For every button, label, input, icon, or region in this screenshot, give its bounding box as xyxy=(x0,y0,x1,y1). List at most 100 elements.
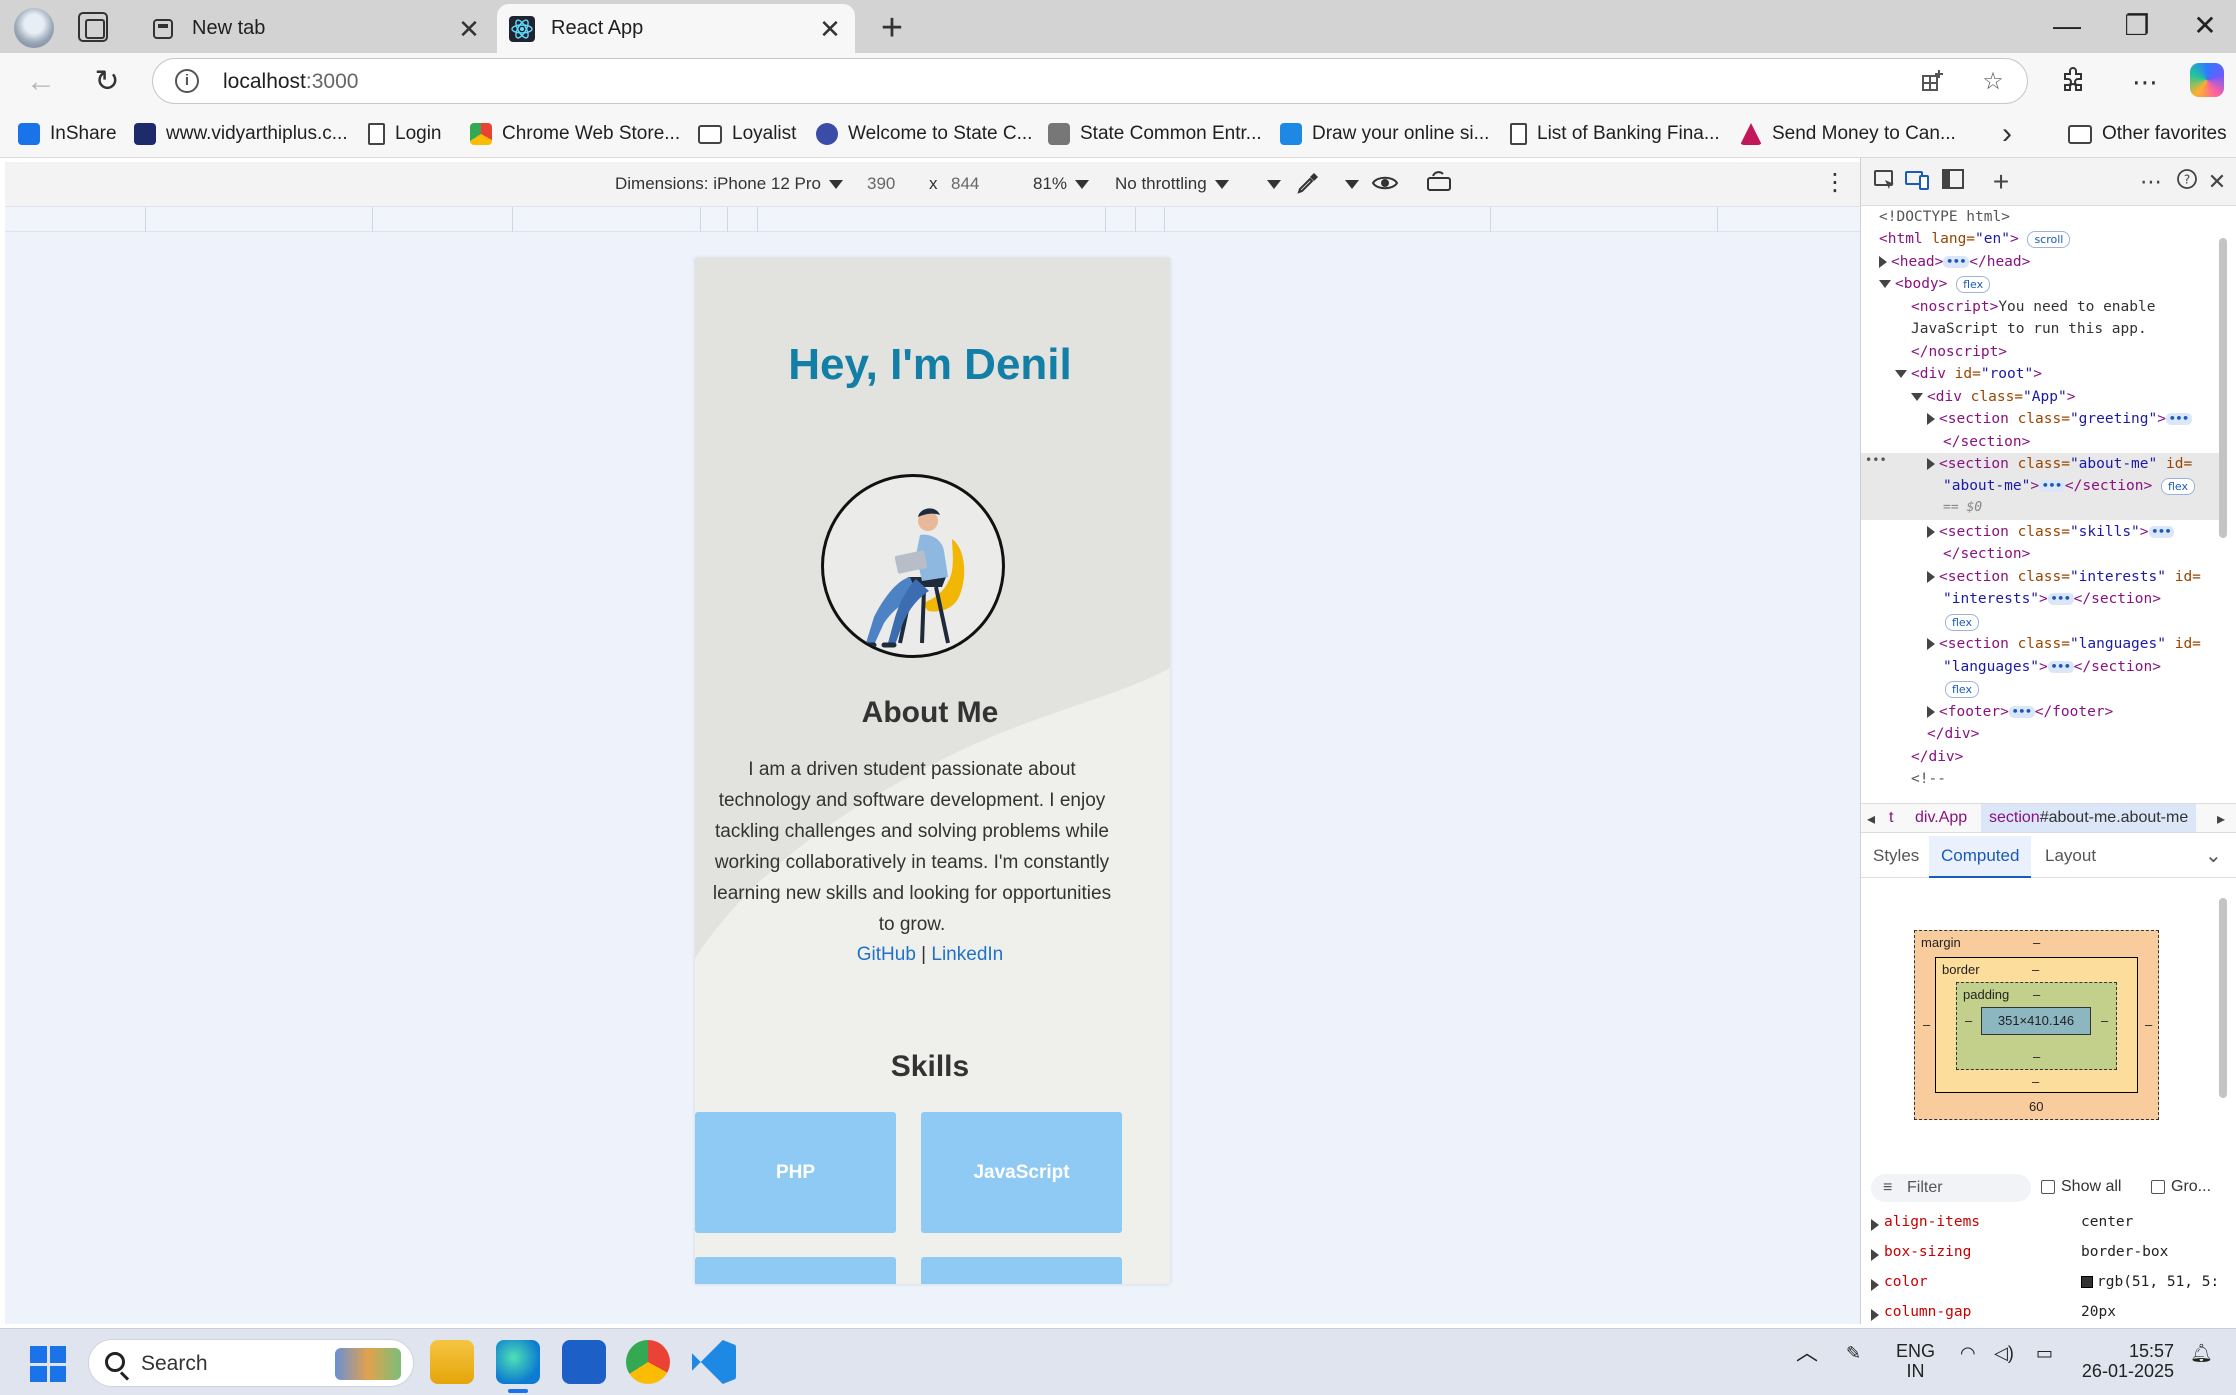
chrome-icon[interactable] xyxy=(626,1340,670,1384)
tab-layout[interactable]: Layout xyxy=(2033,836,2108,878)
breadcrumb-scroll-left-icon[interactable]: ◂ xyxy=(1867,809,1875,829)
show-hidden-icons-icon[interactable]: ︿ xyxy=(1796,1342,1818,1364)
expand-triangle-icon[interactable] xyxy=(1927,571,1935,583)
emulated-page[interactable]: Hey, I'm Denil About Me I am a driven st… xyxy=(695,258,1170,1284)
devtools-more-icon[interactable]: ⋯ xyxy=(2137,168,2165,196)
computed-property-row[interactable]: box-sizing border-box xyxy=(1871,1244,2231,1266)
github-link[interactable]: GitHub xyxy=(857,944,916,965)
close-tab-icon[interactable]: ✕ xyxy=(454,14,484,44)
restore-button[interactable]: ❐ xyxy=(2112,6,2162,46)
address-bar[interactable]: i localhost:3000 ☆ xyxy=(152,58,2028,104)
close-window-button[interactable]: ✕ xyxy=(2180,6,2230,46)
dom-node-app[interactable]: <div class="App"> xyxy=(1911,386,2075,409)
linkedin-link[interactable]: LinkedIn xyxy=(931,944,1003,965)
dom-node-flex-badge[interactable]: flex xyxy=(1945,678,1980,701)
sensor-options-chevron-icon[interactable] xyxy=(1345,174,1359,194)
close-tab-icon[interactable]: ✕ xyxy=(815,14,845,44)
expand-triangle-icon[interactable] xyxy=(1879,256,1887,268)
tab-styles[interactable]: Styles xyxy=(1861,836,1931,878)
device-width-input[interactable]: 390 xyxy=(867,174,895,194)
expand-triangle-icon[interactable] xyxy=(1927,413,1935,425)
pen-menu-icon[interactable]: ✎ xyxy=(1846,1343,1861,1363)
tab-computed[interactable]: Computed xyxy=(1929,836,2032,878)
dock-side-icon[interactable] xyxy=(1939,168,1967,196)
wifi-icon[interactable]: ◠ xyxy=(1960,1343,1976,1363)
minimize-button[interactable]: — xyxy=(2042,6,2092,46)
expand-triangle-icon[interactable] xyxy=(1871,1219,1879,1231)
dom-node-languages-section[interactable]: <section class="languages" id= xyxy=(1927,633,2201,656)
group-checkbox[interactable]: Gro... xyxy=(2151,1178,2211,1196)
expand-triangle-icon[interactable] xyxy=(1927,706,1935,718)
back-button[interactable]: ← xyxy=(20,61,62,103)
favorite-vidyarthiplus[interactable]: www.vidyarthiplus.c... xyxy=(134,120,348,148)
microsoft-store-icon[interactable] xyxy=(562,1340,606,1384)
tab-new-tab[interactable]: New tab ✕ xyxy=(138,4,494,53)
favorite-star-icon[interactable]: ☆ xyxy=(1979,68,2007,96)
margin-bottom-value[interactable]: 60 xyxy=(2029,1099,2043,1114)
favorite-chrome-web-store[interactable]: Chrome Web Store... xyxy=(470,120,680,148)
dom-node-body[interactable]: <body> flex xyxy=(1879,273,1991,296)
favorite-banking-list[interactable]: List of Banking Fina... xyxy=(1510,120,1720,148)
language-indicator[interactable]: ENG IN xyxy=(1896,1341,1935,1381)
breadcrumb-item[interactable]: t xyxy=(1889,809,1893,827)
close-devtools-icon[interactable]: ✕ xyxy=(2203,168,2231,196)
computed-property-row[interactable]: color rgb(51, 51, 5: xyxy=(1871,1274,2231,1296)
favorite-inshare[interactable]: InShare xyxy=(18,120,117,148)
profile-avatar[interactable] xyxy=(14,8,54,48)
address-url[interactable]: localhost:3000 xyxy=(223,70,358,94)
chevron-down-icon[interactable]: ⌄ xyxy=(2193,836,2234,878)
volume-icon[interactable]: ◁) xyxy=(1994,1343,2014,1363)
copilot-icon[interactable] xyxy=(2190,63,2224,97)
site-info-icon[interactable]: i xyxy=(175,69,199,93)
breadcrumb-scroll-right-icon[interactable]: ▸ xyxy=(2217,809,2225,829)
favorite-loyalist[interactable]: Loyalist xyxy=(698,120,796,148)
expand-triangle-icon[interactable] xyxy=(1871,1279,1879,1291)
reload-button[interactable]: ↻ xyxy=(86,61,128,103)
notifications-bell-icon[interactable]: 🔔︎ xyxy=(2190,1343,2213,1363)
help-icon[interactable]: ? xyxy=(2173,168,2201,196)
dom-node-greeting-section[interactable]: <section class="greeting"> ••• xyxy=(1927,408,2192,431)
start-button[interactable] xyxy=(30,1346,66,1382)
vision-deficiency-eye-icon[interactable] xyxy=(1371,170,1399,201)
padding-top-value[interactable]: – xyxy=(2033,987,2040,1002)
border-top-value[interactable]: – xyxy=(2032,962,2039,977)
more-icon[interactable]: ⋯ xyxy=(2128,65,2162,99)
margin-top-value[interactable]: – xyxy=(2033,935,2040,950)
favorite-welcome-state[interactable]: Welcome to State C... xyxy=(816,120,1032,148)
favorite-login[interactable]: Login xyxy=(368,120,442,148)
clock[interactable]: 15:57 26-01-2025 xyxy=(2078,1341,2174,1381)
rotate-device-icon[interactable] xyxy=(1425,170,1453,201)
border-bottom-value[interactable]: – xyxy=(2032,1074,2039,1089)
favorite-draw-signature[interactable]: Draw your online si... xyxy=(1280,120,1489,148)
expand-triangle-icon[interactable] xyxy=(1927,458,1935,470)
vscode-icon[interactable] xyxy=(692,1340,736,1384)
dom-node-skills-section[interactable]: <section class="skills"> ••• xyxy=(1927,521,2175,544)
extensions-icon[interactable] xyxy=(2056,65,2090,99)
collapse-triangle-icon[interactable] xyxy=(1879,280,1891,288)
collapse-triangle-icon[interactable] xyxy=(1895,370,1907,378)
breadcrumb-item-section[interactable]: section#about-me.about-me xyxy=(1981,804,2197,832)
eyedropper-icon[interactable] xyxy=(1295,170,1321,201)
computed-property-row[interactable]: column-gap 20px xyxy=(1871,1304,2231,1326)
favorite-send-money[interactable]: Send Money to Can... xyxy=(1740,120,1956,148)
new-tab-button[interactable]: + xyxy=(872,8,912,48)
dom-scrollbar[interactable] xyxy=(2219,238,2227,538)
device-toolbar-menu-icon[interactable]: ⋮ xyxy=(1823,168,1847,197)
dom-node-head[interactable]: <head> ••• </head> xyxy=(1879,251,2030,274)
computed-property-row[interactable]: align-items center xyxy=(1871,1214,2231,1236)
padding-bottom-value[interactable]: – xyxy=(2033,1049,2040,1064)
collapse-triangle-icon[interactable] xyxy=(1911,393,1923,401)
expand-triangle-icon[interactable] xyxy=(1927,526,1935,538)
dom-node-interests-section[interactable]: <section class="interests" id= xyxy=(1927,566,2201,589)
device-dimensions-select[interactable]: Dimensions: iPhone 12 Pro xyxy=(615,174,844,194)
expand-triangle-icon[interactable] xyxy=(1927,638,1935,650)
favorite-state-common-entrance[interactable]: State Common Entr... xyxy=(1048,120,1262,148)
file-explorer-icon[interactable] xyxy=(430,1340,474,1384)
show-all-checkbox[interactable]: Show all xyxy=(2041,1178,2121,1196)
padding-left-value[interactable]: – xyxy=(1965,1013,1972,1028)
breadcrumb-item-div-app[interactable]: div.App xyxy=(1915,809,1967,827)
color-swatch[interactable] xyxy=(2081,1276,2093,1288)
dom-node-root[interactable]: <div id="root"> xyxy=(1895,363,2042,386)
padding-right-value[interactable]: – xyxy=(2101,1013,2108,1028)
dom-node-footer[interactable]: <footer> ••• </footer> xyxy=(1927,701,2113,724)
